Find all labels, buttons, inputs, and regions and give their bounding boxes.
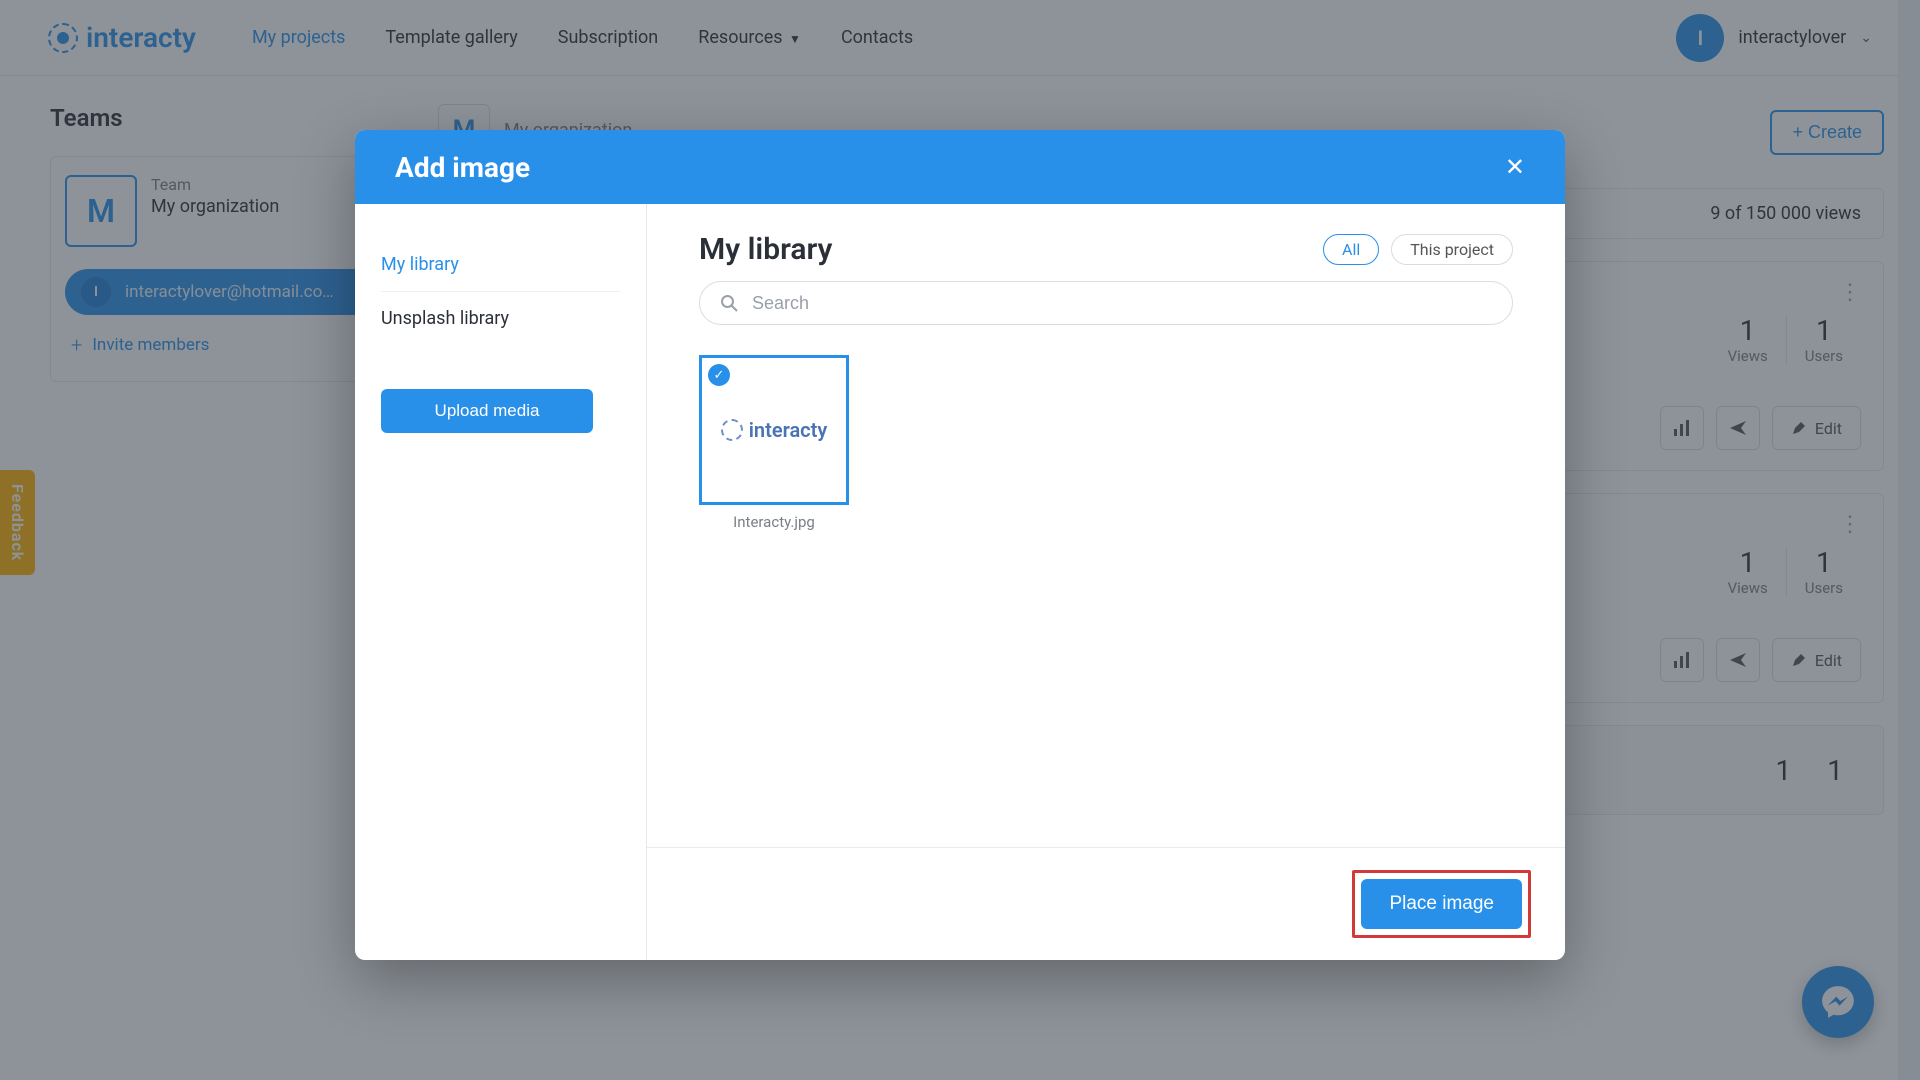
filter-all[interactable]: All	[1323, 234, 1379, 265]
close-icon[interactable]: ✕	[1505, 153, 1525, 181]
library-gallery: ✓ interacty Interacty.jpg	[647, 343, 1565, 543]
add-image-modal: Add image ✕ My library Unsplash library …	[355, 130, 1565, 960]
selected-check-icon: ✓	[708, 364, 730, 386]
place-image-button[interactable]: Place image	[1361, 879, 1522, 929]
search-icon	[720, 294, 738, 312]
library-item-filename: Interacty.jpg	[699, 513, 849, 531]
library-heading: My library	[699, 232, 832, 267]
interacty-logo-icon	[721, 419, 743, 441]
modal-overlay[interactable]: Add image ✕ My library Unsplash library …	[0, 0, 1920, 1080]
filter-this-project[interactable]: This project	[1391, 234, 1513, 265]
library-thumbnail: ✓ interacty	[699, 355, 849, 505]
search-input[interactable]	[752, 293, 1492, 314]
library-item[interactable]: ✓ interacty Interacty.jpg	[699, 355, 849, 531]
highlight-annotation: Place image	[1352, 870, 1531, 938]
modal-main: My library All This project ✓	[647, 204, 1565, 960]
upload-media-button[interactable]: Upload media	[381, 389, 593, 433]
modal-title: Add image	[395, 151, 530, 184]
modal-header: Add image ✕	[355, 130, 1565, 204]
thumbnail-content: interacty	[721, 418, 828, 442]
sidebar-item-unsplash[interactable]: Unsplash library	[381, 292, 620, 345]
search-box[interactable]	[699, 281, 1513, 325]
library-filter: All This project	[1323, 234, 1513, 265]
modal-footer: Place image	[647, 847, 1565, 960]
modal-sidebar: My library Unsplash library Upload media	[355, 204, 647, 960]
sidebar-item-my-library[interactable]: My library	[381, 238, 620, 292]
